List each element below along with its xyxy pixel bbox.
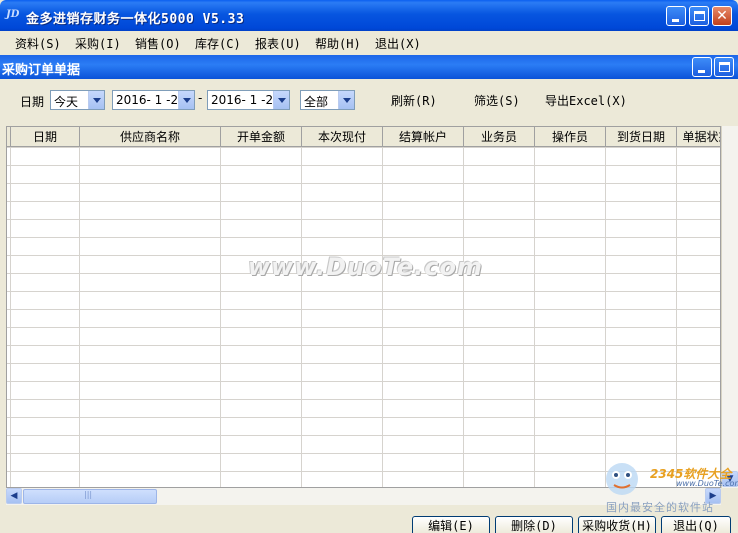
chevron-down-icon[interactable] bbox=[273, 91, 289, 109]
status-value: 全部 bbox=[304, 95, 329, 109]
close-icon: ✕ bbox=[716, 8, 728, 24]
watermark: www.DuoTe.com bbox=[248, 253, 483, 281]
export-excel-button[interactable]: 导出Excel(X) bbox=[545, 92, 627, 109]
app-logo-icon: JD bbox=[6, 9, 20, 20]
scroll-left-icon[interactable]: ◀ bbox=[6, 488, 22, 504]
chevron-down-icon[interactable] bbox=[178, 91, 194, 109]
site-logo-stamp: 2345软件大全 www.DuoTe.com 国内最安全的软件站 bbox=[598, 455, 738, 515]
col-salesperson[interactable]: 业务员 bbox=[464, 127, 535, 147]
app-title: 金多进销存财务一体化5000 V5.33 bbox=[26, 12, 245, 27]
minimize-icon bbox=[672, 19, 679, 22]
menu-purchase[interactable]: 采购(I) bbox=[75, 35, 121, 52]
exit-button[interactable]: 退出(Q) bbox=[661, 516, 731, 533]
date-to-picker[interactable]: 2016- 1 -22 bbox=[207, 90, 290, 110]
refresh-button[interactable]: 刷新(R) bbox=[391, 92, 437, 109]
col-supplier[interactable]: 供应商名称 bbox=[80, 127, 221, 147]
menu-reports[interactable]: 报表(U) bbox=[255, 35, 301, 52]
maximize-icon bbox=[694, 11, 705, 21]
col-amount[interactable]: 开单金额 bbox=[221, 127, 302, 147]
grid-line bbox=[301, 147, 302, 487]
orders-grid[interactable]: 日期 供应商名称 开单金额 本次现付 结算帐户 业务员 操作员 到货日期 单据状… bbox=[6, 126, 721, 488]
col-arrival-date[interactable]: 到货日期 bbox=[606, 127, 677, 147]
close-button[interactable]: ✕ bbox=[712, 6, 732, 26]
menu-exit[interactable]: 退出(X) bbox=[375, 35, 421, 52]
menu-help[interactable]: 帮助(H) bbox=[315, 35, 361, 52]
stamp-tagline: 国内最安全的软件站 bbox=[606, 501, 714, 514]
date-from-picker[interactable]: 2016- 1 -22 bbox=[112, 90, 195, 110]
status-select[interactable]: 全部 bbox=[300, 90, 355, 110]
child-maximize-button[interactable] bbox=[714, 57, 734, 77]
stamp-url: www.DuoTe.com bbox=[676, 479, 738, 488]
delete-button[interactable]: 删除(D) bbox=[495, 516, 573, 533]
child-minimize-button[interactable] bbox=[692, 57, 712, 77]
period-value: 今天 bbox=[54, 95, 79, 109]
grid-header: 日期 供应商名称 开单金额 本次现付 结算帐户 业务员 操作员 到货日期 单据状… bbox=[7, 127, 720, 147]
grid-line bbox=[79, 147, 80, 487]
grid-line bbox=[220, 147, 221, 487]
date-label: 日期 bbox=[20, 95, 45, 109]
col-doc-status[interactable]: 单据状态 bbox=[677, 127, 720, 147]
date-from-value: 2016- 1 -22 bbox=[116, 93, 186, 107]
menu-inventory[interactable]: 库存(C) bbox=[195, 35, 241, 52]
col-date[interactable]: 日期 bbox=[11, 127, 80, 147]
col-paid[interactable]: 本次现付 bbox=[302, 127, 383, 147]
maximize-button[interactable] bbox=[689, 6, 709, 26]
vertical-scrollbar[interactable]: ▼ bbox=[721, 126, 738, 488]
child-title-bar: 采购订单单据 bbox=[0, 55, 738, 79]
grid-line bbox=[534, 147, 535, 487]
menu-bar: 资料(S) 采购(I) 销售(O) 库存(C) 报表(U) 帮助(H) 退出(X… bbox=[0, 31, 738, 53]
grid-line bbox=[10, 147, 11, 487]
maximize-icon bbox=[719, 62, 730, 72]
grid-line bbox=[463, 147, 464, 487]
edit-button[interactable]: 编辑(E) bbox=[412, 516, 490, 533]
grid-line bbox=[605, 147, 606, 487]
date-to-value: 2016- 1 -22 bbox=[211, 93, 281, 107]
chevron-down-icon[interactable] bbox=[338, 91, 354, 109]
date-range-separator: - bbox=[198, 91, 203, 105]
chevron-down-icon[interactable] bbox=[88, 91, 104, 109]
grid-body[interactable] bbox=[7, 147, 720, 487]
horizontal-scroll-thumb[interactable] bbox=[23, 489, 157, 504]
menu-data[interactable]: 资料(S) bbox=[15, 35, 61, 52]
grid-line bbox=[382, 147, 383, 487]
filter-toolbar bbox=[0, 80, 738, 122]
filter-button[interactable]: 筛选(S) bbox=[474, 92, 520, 109]
period-select[interactable]: 今天 bbox=[50, 90, 105, 110]
menu-sales[interactable]: 销售(O) bbox=[135, 35, 181, 52]
col-account[interactable]: 结算帐户 bbox=[383, 127, 464, 147]
minimize-button[interactable] bbox=[666, 6, 686, 26]
grid-line bbox=[676, 147, 677, 487]
receive-goods-button[interactable]: 采购收货(H) bbox=[578, 516, 656, 533]
child-window-title: 采购订单单据 bbox=[2, 63, 81, 78]
mascot-icon bbox=[606, 463, 638, 495]
minimize-icon bbox=[698, 70, 705, 73]
title-bar: JD 金多进销存财务一体化5000 V5.33 ✕ bbox=[0, 0, 738, 31]
col-operator[interactable]: 操作员 bbox=[535, 127, 606, 147]
